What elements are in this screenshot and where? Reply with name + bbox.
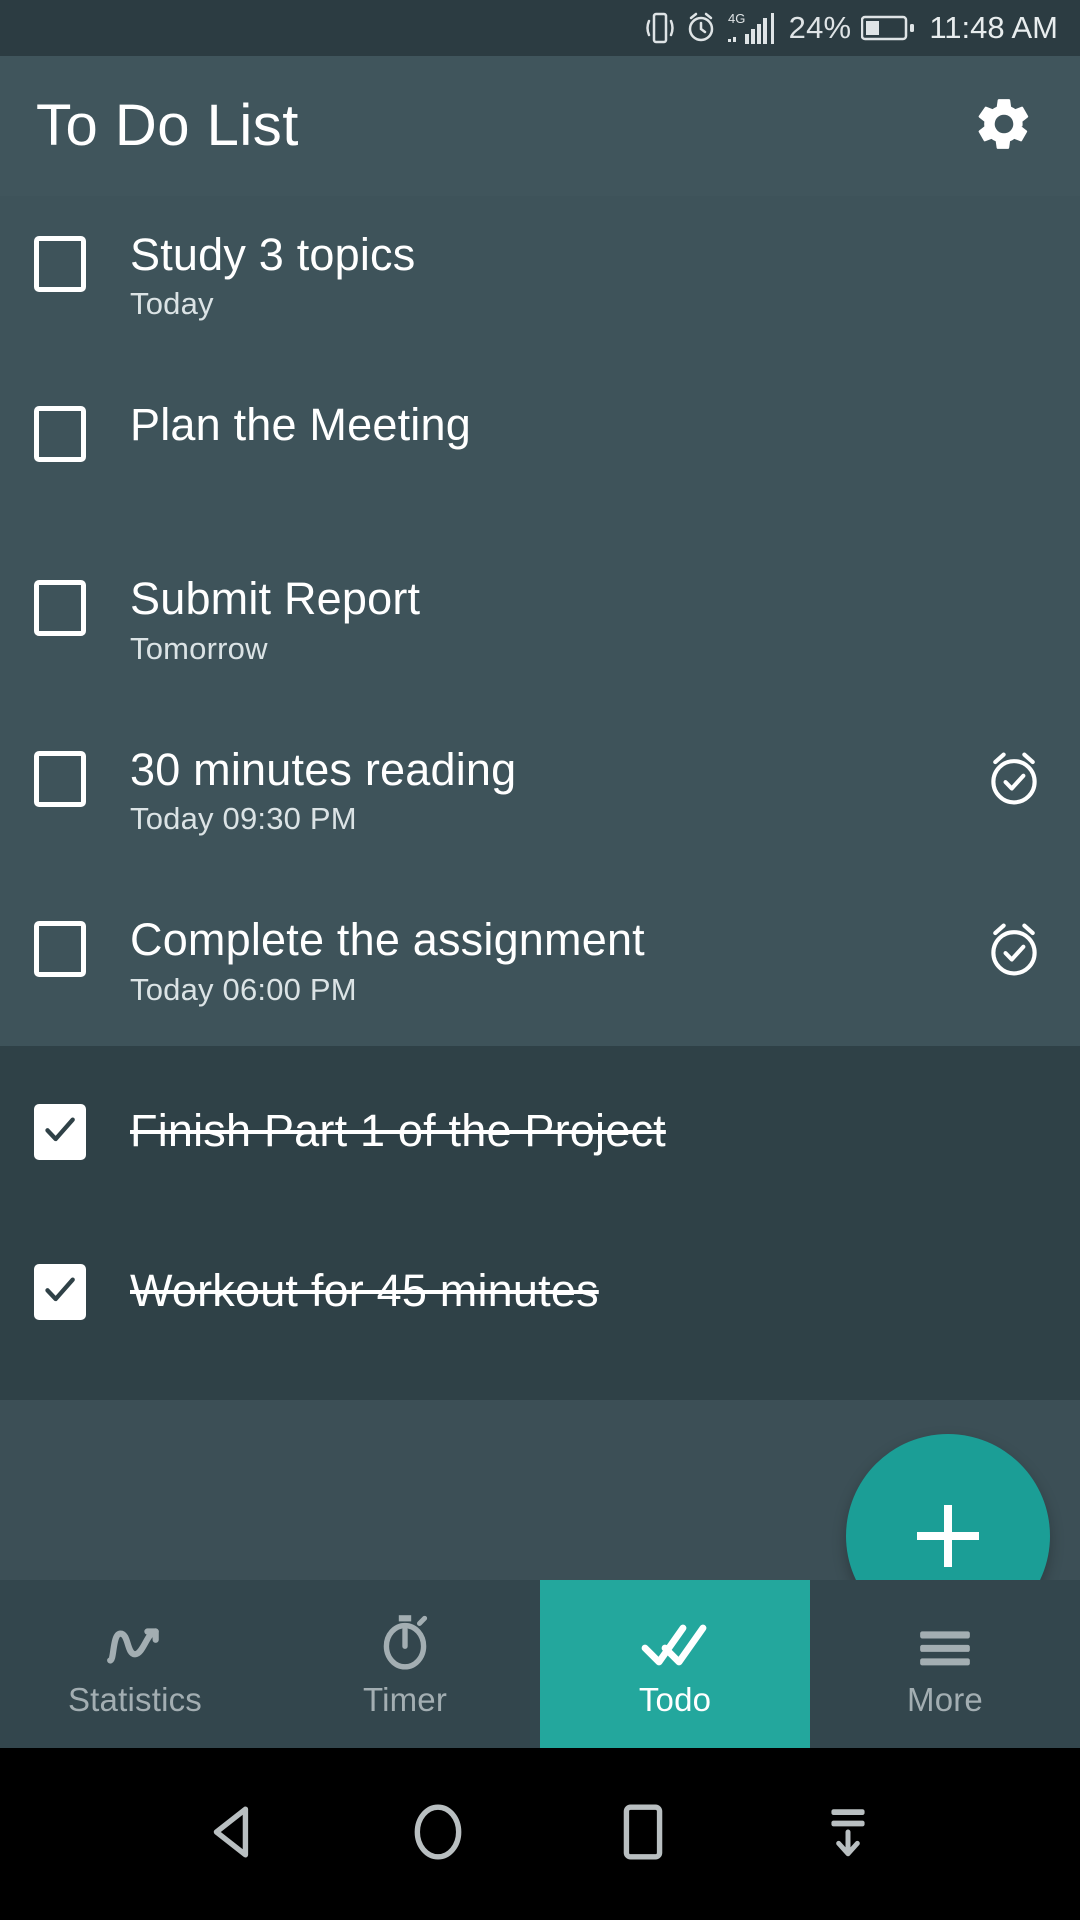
row-spacer: [0, 1030, 1080, 1046]
row-spacer: [0, 689, 1080, 723]
settings-button[interactable]: [968, 90, 1040, 162]
task-row[interactable]: Plan the Meeting: [0, 378, 1080, 484]
task-row[interactable]: Submit Report Tomorrow: [0, 552, 1080, 688]
status-bar: 4G 24% 11:48 AM: [0, 0, 1080, 56]
task-due: Today 06:00 PM: [130, 971, 357, 1007]
hide-navbar-icon: [823, 1803, 873, 1866]
hide-navbar-button[interactable]: [793, 1779, 903, 1889]
check-icon: [40, 1109, 80, 1154]
task-row[interactable]: Complete the assignment Today 06:00 PM: [0, 893, 1080, 1029]
battery-percent-label: 24%: [788, 10, 852, 45]
chart-line-icon: [104, 1609, 166, 1671]
row-spacer: [0, 859, 1080, 893]
reminder-button[interactable]: [982, 749, 1046, 813]
task-row[interactable]: Finish Part 1 of the Project: [0, 1074, 1080, 1190]
nav-label: Timer: [362, 1681, 448, 1718]
home-circle-icon: [410, 1801, 466, 1868]
task-content: Complete the assignment Today 06:00 PM: [86, 914, 982, 1007]
alarm-check-icon: [984, 748, 1044, 813]
vibrate-icon: [645, 11, 675, 45]
row-spacer: [0, 518, 1080, 552]
gear-icon: [973, 93, 1035, 160]
task-checkbox[interactable]: [34, 1103, 86, 1160]
battery-icon: [861, 13, 915, 43]
task-title: Finish Part 1 of the Project: [130, 1105, 666, 1157]
status-bar-clock: 11:48 AM: [929, 10, 1058, 45]
task-title: Workout for 45 minutes: [130, 1265, 599, 1317]
nav-item-more[interactable]: More: [810, 1580, 1080, 1748]
task-checkbox[interactable]: [34, 921, 86, 978]
task-title: Submit Report: [130, 573, 421, 625]
task-row[interactable]: Workout for 45 minutes: [0, 1234, 1080, 1350]
hamburger-icon: [916, 1609, 974, 1671]
pending-task-section: Study 3 topics Today Plan the Meeting Su…: [0, 196, 1080, 1046]
row-spacer: [0, 344, 1080, 378]
task-checkbox[interactable]: [34, 750, 86, 807]
completed-task-section: Finish Part 1 of the Project Workout for…: [0, 1045, 1080, 1400]
task-content: Study 3 topics Today: [86, 229, 1046, 322]
task-content: Plan the Meeting: [86, 399, 1046, 451]
signal-4g-icon: 4G: [727, 10, 779, 46]
task-list: Study 3 topics Today Plan the Meeting Su…: [0, 196, 1080, 1400]
nav-item-timer[interactable]: Timer: [270, 1580, 540, 1748]
task-content: Workout for 45 minutes: [86, 1265, 1046, 1317]
alarm-icon: [685, 11, 717, 45]
task-due: Today: [130, 286, 214, 322]
double-check-icon: [641, 1609, 709, 1671]
task-checkbox[interactable]: [34, 236, 86, 292]
recents-square-icon: [619, 1803, 667, 1866]
task-title: Study 3 topics: [130, 229, 416, 280]
row-spacer: [0, 484, 1080, 518]
system-navigation-bar: [0, 1748, 1080, 1920]
task-content: Submit Report Tomorrow: [86, 573, 1046, 666]
recents-button[interactable]: [588, 1779, 698, 1889]
alarm-check-icon: [984, 919, 1044, 984]
row-spacer: [0, 1190, 1080, 1234]
svg-text:4G: 4G: [728, 11, 745, 26]
nav-item-statistics[interactable]: Statistics: [0, 1580, 270, 1748]
task-content: 30 minutes reading Today 09:30 PM: [86, 743, 982, 837]
nav-label: Statistics: [67, 1681, 203, 1718]
row-spacer: [0, 1350, 1080, 1400]
row-spacer: [0, 1046, 1080, 1074]
stopwatch-icon: [376, 1609, 434, 1671]
nav-item-todo[interactable]: Todo: [540, 1580, 810, 1748]
task-content: Finish Part 1 of the Project: [86, 1105, 1046, 1157]
task-due: Today 09:30 PM: [130, 801, 357, 837]
plus-icon: [917, 1505, 979, 1567]
task-due: Tomorrow: [130, 630, 268, 666]
task-title: 30 minutes reading: [130, 743, 517, 795]
task-row[interactable]: Study 3 topics Today: [0, 208, 1080, 344]
task-title: Plan the Meeting: [130, 399, 471, 451]
task-checkbox[interactable]: [34, 1263, 86, 1320]
nav-label: Todo: [638, 1681, 712, 1718]
nav-label: More: [907, 1681, 983, 1718]
home-button[interactable]: [383, 1779, 493, 1889]
back-triangle-icon: [206, 1803, 260, 1866]
reminder-button[interactable]: [982, 919, 1046, 983]
task-row[interactable]: 30 minutes reading Today 09:30 PM: [0, 723, 1080, 859]
check-icon: [40, 1269, 80, 1314]
task-title: Complete the assignment: [130, 914, 645, 966]
page-title: To Do List: [36, 93, 299, 158]
task-checkbox[interactable]: [34, 406, 86, 463]
app-bar: To Do List: [0, 56, 1080, 196]
task-checkbox[interactable]: [34, 580, 86, 637]
back-button[interactable]: [178, 1779, 288, 1889]
bottom-navigation: Statistics Timer Todo More: [0, 1580, 1080, 1748]
